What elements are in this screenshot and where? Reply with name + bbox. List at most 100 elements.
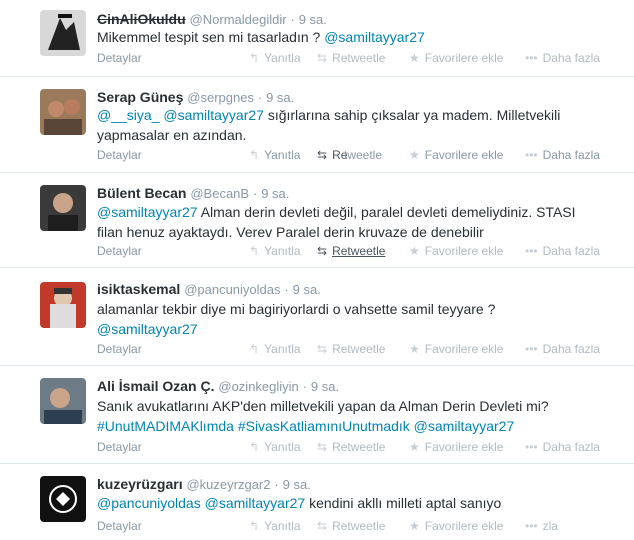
tweet-actions: Detaylar ↰ Yanıtla ⇆ Retweetle ★ Favorilere… xyxy=(97,440,634,458)
tweet-item[interactable]: Serap Güneş @serpgnes · 9 sa. @__siya_ @… xyxy=(0,77,634,173)
tweet-username[interactable]: @Normaldegildir xyxy=(190,12,287,27)
mention-link[interactable]: @samiltayyar27 xyxy=(97,321,198,337)
avatar[interactable] xyxy=(40,282,86,328)
retweet-button[interactable]: ⇆ Retweetle xyxy=(317,244,385,258)
reply-icon: ↰ xyxy=(249,519,260,533)
reply-label: Yanıtla xyxy=(264,148,301,162)
tweet-item[interactable]: isiktaskemal @pancuniyoldas · 9 sa. alam… xyxy=(0,268,634,366)
tweet-actions: Detaylar ↰ Yanıtla ⇆ Retweetle ★ Favorilere… xyxy=(97,342,634,360)
tweet-fullname[interactable]: Serap Güneş xyxy=(97,89,183,105)
avatar[interactable] xyxy=(40,378,86,424)
tweet-text-part: Sanık avukatlarını AKP'den milletvekili … xyxy=(97,398,549,414)
star-icon: ★ xyxy=(409,342,420,356)
tweet-time[interactable]: 9 sa. xyxy=(293,282,321,297)
tweet-item[interactable]: CinAliOkuldu @Normaldegildir · 9 sa. Mik… xyxy=(0,0,634,77)
retweet-button[interactable]: ⇆ Retweetle xyxy=(317,342,385,356)
avatar[interactable] xyxy=(40,476,86,522)
reply-button[interactable]: ↰ Yanıtla xyxy=(249,244,301,258)
tweet-text: alamanlar tekbir diye mi bagiriyorlardi … xyxy=(97,299,597,339)
tweet-text: @__siya_ @samiltayyar27 sığırlarına sahi… xyxy=(97,105,597,145)
favorite-label: Favorilere ekle xyxy=(424,244,504,258)
favorite-label: Favorilere ekle xyxy=(424,440,504,454)
tweet-item[interactable]: Bülent Becan @BecanB · 9 sa. @samiltayya… xyxy=(0,173,634,268)
retweet-icon: ⇆ xyxy=(317,244,328,258)
more-button[interactable]: ••• Daha fazla xyxy=(525,440,600,454)
retweet-button[interactable]: ⇆ Re xyxy=(317,148,347,162)
tweet-time[interactable]: 9 sa. xyxy=(283,477,311,492)
tweet-time[interactable]: 9 sa. xyxy=(311,379,339,394)
details-link[interactable]: Detaylar xyxy=(97,51,142,65)
tweet-item[interactable]: kuzeyrüzgarı @kuzeyrzgar2 · 9 sa. @pancu… xyxy=(0,464,634,540)
reply-icon: ↰ xyxy=(249,244,260,258)
tweet-time[interactable]: 9 sa. xyxy=(299,12,327,27)
star-icon: ★ xyxy=(409,51,420,65)
separator-dot: · xyxy=(290,12,295,27)
tweet-text: @samiltayyar27 Alman derin devleti değil… xyxy=(97,202,597,242)
tweet-fullname[interactable]: Ali İsmail Ozan Ç. xyxy=(97,378,214,394)
tweet-fullname[interactable]: isiktaskemal xyxy=(97,281,180,297)
retweet-label: Retweetle xyxy=(332,244,386,258)
retweet-icon: ⇆ xyxy=(317,148,328,162)
retweet-button[interactable]: ⇆ Retweetle xyxy=(317,519,385,533)
more-button[interactable]: ••• zla xyxy=(525,519,558,533)
tweet-username[interactable]: @ozinkegliyin xyxy=(218,379,298,394)
more-button[interactable]: ••• Daha fazla xyxy=(525,51,600,65)
more-label: Daha fazla xyxy=(542,148,600,162)
details-link[interactable]: Detaylar xyxy=(97,148,142,162)
tweet-username[interactable]: @kuzeyrzgar2 xyxy=(186,477,270,492)
tweet-item[interactable]: Ali İsmail Ozan Ç. @ozinkegliyin · 9 sa.… xyxy=(0,366,634,464)
reply-button[interactable]: ↰ Yanıtla xyxy=(249,51,301,65)
retweet-label: Retweetle xyxy=(332,440,386,454)
favorite-button[interactable]: ★ Favorilere ekle xyxy=(409,519,503,533)
tweet-username[interactable]: @BecanB xyxy=(190,186,249,201)
retweet-button[interactable]: ⇆ Retweetle xyxy=(317,440,385,454)
tweet-time[interactable]: 9 sa. xyxy=(266,90,294,105)
separator-dot: · xyxy=(302,379,308,394)
more-button[interactable]: ••• Daha fazla xyxy=(525,148,600,162)
more-button[interactable]: ••• Daha fazla xyxy=(525,342,600,356)
reply-button[interactable]: ↰ Yanıtla xyxy=(249,342,301,356)
tweet-fullname[interactable]: CinAliOkuldu xyxy=(97,11,186,27)
star-icon: ★ xyxy=(409,244,420,258)
tweet-fullname[interactable]: kuzeyrüzgarı xyxy=(97,476,183,492)
details-link[interactable]: Detaylar xyxy=(97,244,142,258)
favorite-button[interactable]: ★ Favorilere ekle xyxy=(409,244,503,258)
retweet-label: Retweetle xyxy=(332,342,386,356)
avatar[interactable] xyxy=(40,10,86,56)
avatar[interactable] xyxy=(40,185,86,231)
tweet-feed: CinAliOkuldu @Normaldegildir · 9 sa. Mik… xyxy=(0,0,634,540)
reply-button[interactable]: ↰ Yanıtla xyxy=(249,519,301,533)
reply-icon: ↰ xyxy=(249,342,260,356)
more-button[interactable]: ••• Daha fazla xyxy=(525,244,600,258)
mention-link[interactable]: @pancuniyoldas @samiltayyar27 xyxy=(97,495,305,511)
favorite-button[interactable]: ★ Favorilere ekle xyxy=(409,148,503,162)
mention-link[interactable]: @__siya_ @samiltayyar27 xyxy=(97,107,264,123)
hashtag-links[interactable]: #UnutMADIMAKlımda #SivasKatliamınıUnutma… xyxy=(97,418,514,434)
reply-icon: ↰ xyxy=(249,148,260,162)
tweet-fullname[interactable]: Bülent Becan xyxy=(97,185,186,201)
favorite-label: Favorilere ekle xyxy=(424,51,504,65)
reply-label: Yanıtla xyxy=(264,51,301,65)
favorite-button[interactable]: ★ Favorilere ekle xyxy=(409,342,503,356)
retweet-button[interactable]: ⇆ Retweetle xyxy=(317,51,385,65)
more-label: zla xyxy=(542,519,558,533)
more-label: Daha fazla xyxy=(542,51,600,65)
mention-link[interactable]: @samiltayyar27 xyxy=(324,29,425,45)
reply-button[interactable]: ↰ Yanıtla xyxy=(249,148,301,162)
details-link[interactable]: Detaylar xyxy=(97,519,142,533)
tweet-username[interactable]: @pancuniyoldas xyxy=(184,282,280,297)
more-icon: ••• xyxy=(525,440,538,454)
retweet-icon: ⇆ xyxy=(317,519,328,533)
reply-button[interactable]: ↰ Yanıtla xyxy=(249,440,301,454)
tweet-username[interactable]: @serpgnes xyxy=(187,90,254,105)
tweet-text: Mikemmel tespit sen mi tasarladın ? @sam… xyxy=(97,27,597,47)
details-link[interactable]: Detaylar xyxy=(97,440,142,454)
retweet-label: Retweetle xyxy=(332,519,386,533)
reply-label: Yanıtla xyxy=(264,244,301,258)
avatar[interactable] xyxy=(40,89,86,135)
tweet-time[interactable]: 9 sa. xyxy=(261,186,289,201)
details-link[interactable]: Detaylar xyxy=(97,342,142,356)
favorite-button[interactable]: ★ Favorilere ekle xyxy=(409,440,503,454)
mention-link[interactable]: @samiltayyar27 xyxy=(97,204,198,220)
favorite-button[interactable]: ★ Favorilere ekle xyxy=(409,51,503,65)
